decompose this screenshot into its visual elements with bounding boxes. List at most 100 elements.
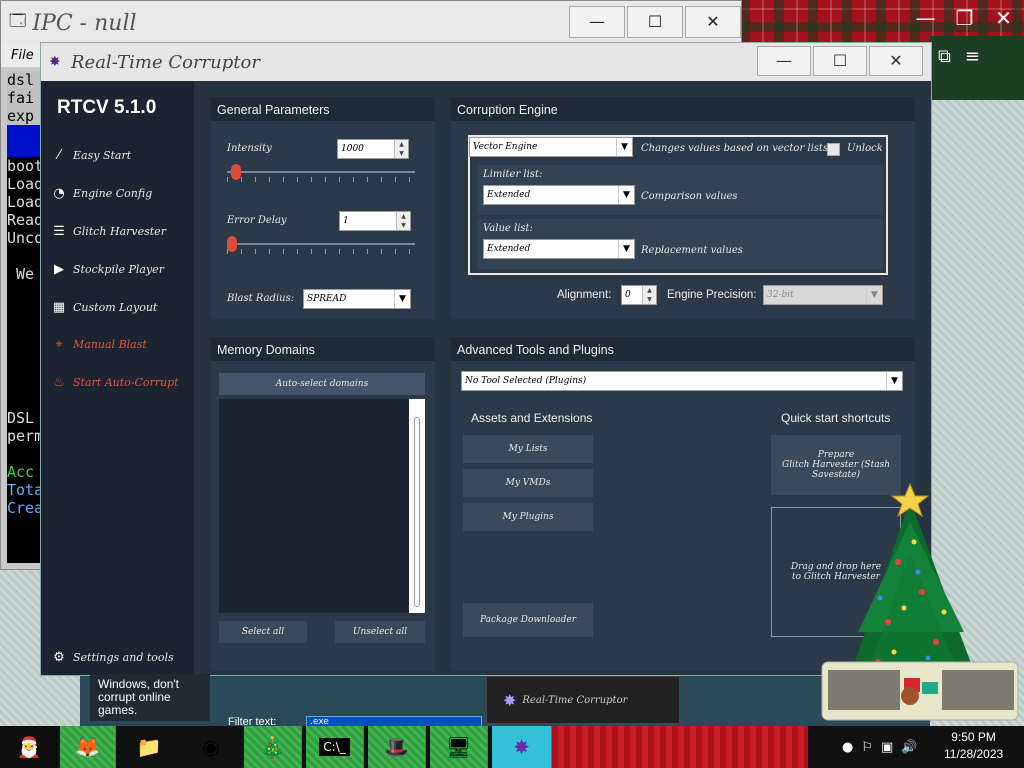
scrollbar[interactable]: [409, 399, 425, 613]
domains-list[interactable]: [219, 399, 425, 613]
close-button[interactable]: ✕: [685, 6, 741, 38]
battery-icon[interactable]: ▣: [881, 740, 893, 755]
minimize-button[interactable]: —: [569, 6, 625, 38]
general-parameters-panel: General Parameters Intensity 1000 ▲ ▼ Err…: [211, 97, 435, 319]
precision-dropdown[interactable]: 32-bit ▼: [763, 285, 883, 305]
unselect-all-button[interactable]: Unselect all: [335, 621, 425, 643]
sidebar-item-stockpile-player[interactable]: ▶ Stockpile Player: [51, 257, 164, 281]
extension-icon[interactable]: ⧉: [938, 46, 951, 90]
rtc-logo-icon: ✸: [513, 735, 530, 759]
sidebar-item-custom-layout[interactable]: ▦ Custom Layout: [51, 295, 157, 319]
value-list-value: Extended: [487, 244, 531, 254]
dot-icon: ●: [842, 739, 854, 755]
scrollbar-thumb[interactable]: [414, 417, 420, 607]
rtc-window: ✸ Real-Time Corruptor — ☐ ✕ RTCV 5.1.0 ⁄…: [40, 42, 932, 676]
alignment-value: 0: [625, 290, 631, 300]
rtc-window-title: Real-Time Corruptor: [71, 51, 260, 73]
value-list-label: Value list:: [483, 223, 533, 234]
maximize-button[interactable]: ☐: [627, 6, 683, 38]
slider-thumb[interactable]: [230, 164, 241, 180]
close-button[interactable]: ✕: [869, 46, 923, 76]
intensity-value: 1000: [341, 144, 364, 154]
network-icon[interactable]: ⚐: [861, 740, 873, 755]
layers-icon: ☰: [53, 223, 65, 239]
tool-select-dropdown[interactable]: No Tool Selected (Plugins) ▼: [461, 371, 903, 391]
minimize-button[interactable]: —: [757, 46, 811, 76]
flame-icon: ♨: [53, 374, 65, 390]
taskbar-terminal[interactable]: C:\_: [306, 726, 364, 768]
error-delay-value: 1: [343, 216, 349, 226]
error-delay-slider[interactable]: [227, 235, 415, 254]
autoselect-domains-button[interactable]: Auto-select domains: [219, 373, 425, 395]
console-line: perm: [7, 427, 43, 445]
blast-radius-value: SPREAD: [307, 294, 347, 304]
settings-button[interactable]: ⚙ Settings and tools: [51, 645, 174, 669]
christmas-tree-decoration: [821, 482, 1019, 721]
terminal-icon: C:\_: [319, 738, 350, 756]
background-window-title: IPC - null: [32, 10, 137, 36]
sidebar-item-engine-config[interactable]: ◔ Engine Config: [51, 181, 152, 205]
sidebar-item-easy-start[interactable]: ⁄ Easy Start: [51, 143, 131, 167]
spinner-arrows[interactable]: ▲ ▼: [394, 140, 408, 158]
console-line: Crea: [7, 499, 43, 517]
rtc-logo-icon: ✸: [503, 690, 517, 710]
limiter-dropdown[interactable]: Extended ▼: [483, 185, 635, 205]
prepare-label-line1: Prepare: [817, 450, 855, 460]
intensity-spinner[interactable]: 1000 ▲ ▼: [337, 139, 409, 159]
maximize-button[interactable]: ☐: [813, 46, 867, 76]
error-delay-spinner[interactable]: 1 ▲ ▼: [339, 211, 411, 231]
console-line: [7, 125, 43, 157]
unlock-checkbox[interactable]: [827, 143, 840, 156]
panel-title: General Parameters: [217, 103, 330, 117]
spinner-arrows[interactable]: ▲ ▼: [642, 286, 656, 304]
engine-dropdown[interactable]: Vector Engine ▼: [469, 137, 633, 157]
chevron-down-icon: ▼: [394, 290, 410, 308]
sidebar: RTCV 5.1.0 ⁄ Easy Start ◔ Engine Config …: [41, 81, 194, 675]
chevron-down-icon: ▼: [618, 240, 634, 258]
spinner-arrows[interactable]: ▲ ▼: [396, 212, 410, 230]
close-icon[interactable]: ✕: [984, 0, 1023, 36]
taskbar-file-explorer[interactable]: 📁: [120, 726, 178, 768]
taskbar-tree-app[interactable]: 🎄: [244, 726, 302, 768]
restore-icon[interactable]: ❐: [945, 0, 984, 36]
gear-icon: ⚙: [53, 649, 65, 665]
app-icon: 🗔: [9, 10, 27, 30]
my-plugins-button[interactable]: My Plugins: [463, 503, 593, 531]
wand-icon: ⁄: [57, 147, 61, 163]
taskbar-firefox[interactable]: 🦊: [60, 726, 116, 768]
clock[interactable]: 9:50 PM 11/28/2023: [944, 729, 1003, 763]
blast-radius-dropdown[interactable]: SPREAD ▼: [303, 289, 411, 309]
tool-select-value: No Tool Selected (Plugins): [465, 376, 587, 386]
sidebar-item-glitch-harvester[interactable]: ☰ Glitch Harvester: [51, 219, 166, 243]
menu-icon[interactable]: ≡: [965, 46, 980, 90]
sidebar-item-auto-corrupt[interactable]: ♨ Start Auto-Corrupt: [51, 370, 178, 394]
package-downloader-button[interactable]: Package Downloader: [463, 603, 593, 637]
minimize-icon[interactable]: —: [906, 0, 945, 36]
value-list-dropdown[interactable]: Extended ▼: [483, 239, 635, 259]
taskbar-computer[interactable]: 🖥: [430, 726, 488, 768]
taskbar-rtc[interactable]: ✸: [492, 726, 552, 768]
slider-thumb[interactable]: [227, 236, 237, 252]
limiter-description: Comparison values: [641, 191, 738, 202]
volume-icon[interactable]: 🔊: [901, 740, 917, 755]
start-button[interactable]: 🎅: [0, 726, 58, 768]
sidebar-item-manual-blast[interactable]: ⌖ Manual Blast: [51, 332, 146, 356]
file-menu[interactable]: File: [11, 48, 34, 63]
intensity-slider[interactable]: [227, 163, 415, 182]
console-line: We: [7, 265, 35, 283]
my-vmds-button[interactable]: My VMDs: [463, 469, 593, 497]
prepare-label-line2: Glitch Harvester (Stash Savestate): [782, 460, 890, 480]
my-lists-button[interactable]: My Lists: [463, 435, 593, 463]
blast-radius-label: Blast Radius:: [227, 293, 295, 304]
taskbar-chrome[interactable]: ◉: [182, 726, 240, 768]
clock-date: 11/28/2023: [944, 747, 1004, 761]
select-all-button[interactable]: Select all: [219, 621, 307, 643]
taskbar-preview-popup[interactable]: ✸ Real-Time Corruptor: [486, 676, 680, 724]
taskbar-magic[interactable]: 🎩: [368, 726, 426, 768]
background-window-controls: — ☐ ✕: [569, 6, 741, 38]
alignment-spinner[interactable]: 0 ▲ ▼: [621, 285, 657, 305]
